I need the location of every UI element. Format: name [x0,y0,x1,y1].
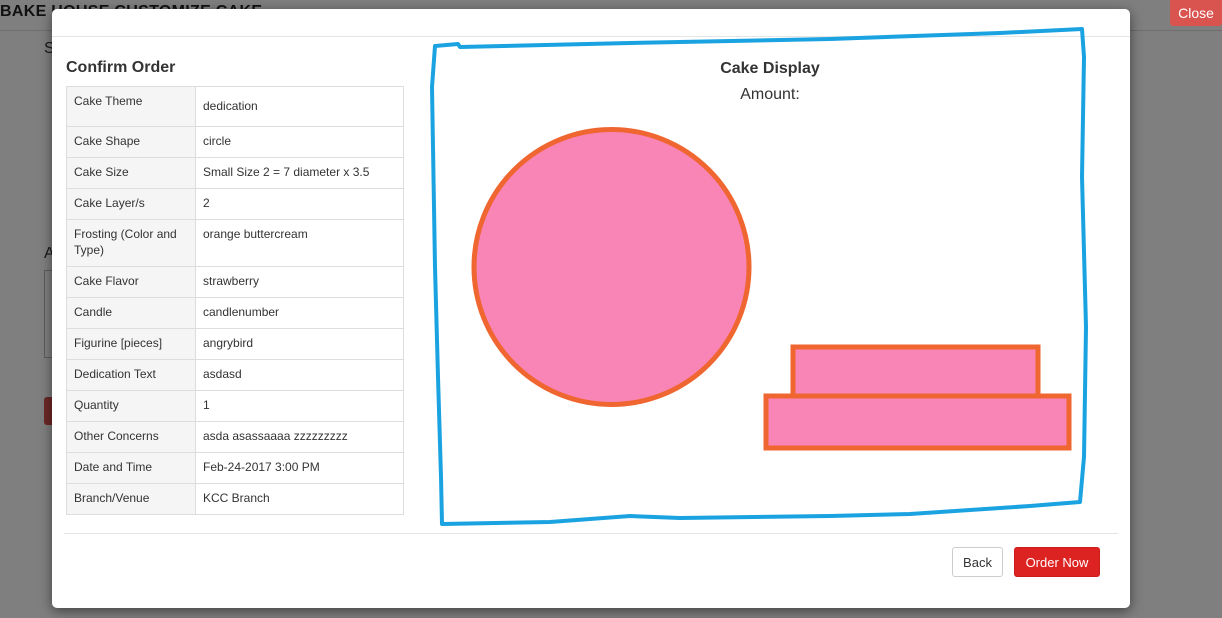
row-label-cake-layers: Cake Layer/s [66,188,196,220]
row-label-cake-theme: Cake Theme [66,86,196,127]
row-label-frosting: Frosting (Color and Type) [66,219,196,267]
row-value-cake-size: Small Size 2 = 7 diameter x 3.5 [195,157,404,189]
row-value-figurine: angrybird [195,328,404,360]
row-label-cake-flavor: Cake Flavor [66,266,196,298]
cake-top-layer [790,344,1041,401]
table-row: Candle candlenumber [66,297,404,329]
cake-bottom-layer [763,393,1072,451]
row-value-frosting: orange buttercream [195,219,404,267]
table-row: Cake Shape circle [66,126,404,158]
row-label-other-concerns: Other Concerns [66,421,196,453]
modal-footer-divider [64,533,1118,534]
confirm-order-title: Confirm Order [66,59,176,76]
confirm-order-modal: Confirm Order Cake Theme dedication Cake… [52,9,1130,608]
row-label-cake-size: Cake Size [66,157,196,189]
table-row: Dedication Text asdasd [66,359,404,391]
row-value-date-time: Feb-24-2017 3:00 PM [195,452,404,484]
row-value-other-concerns: asda asassaaaa zzzzzzzzz [195,421,404,453]
row-label-candle: Candle [66,297,196,329]
row-label-branch-venue: Branch/Venue [66,483,196,515]
order-now-button[interactable]: Order Now [1014,547,1100,577]
row-value-cake-shape: circle [195,126,404,158]
table-row: Cake Flavor strawberry [66,266,404,298]
order-details-table: Cake Theme dedication Cake Shape circle … [66,86,404,515]
row-label-cake-shape: Cake Shape [66,126,196,158]
table-row: Branch/Venue KCC Branch [66,483,404,515]
row-value-cake-flavor: strawberry [195,266,404,298]
table-row: Frosting (Color and Type) orange butterc… [66,219,404,267]
row-label-dedication-text: Dedication Text [66,359,196,391]
close-button[interactable]: Close [1170,0,1222,26]
table-row: Cake Theme dedication [66,86,404,127]
row-value-dedication-text: asdasd [195,359,404,391]
cake-display-area: Cake Display Amount: [430,27,1090,527]
cake-top-view-circle [471,127,752,407]
row-label-quantity: Quantity [66,390,196,422]
row-value-branch-venue: KCC Branch [195,483,404,515]
row-label-date-time: Date and Time [66,452,196,484]
table-row: Figurine [pieces] angrybird [66,328,404,360]
cake-preview [471,127,1072,451]
row-value-quantity: 1 [195,390,404,422]
table-row: Quantity 1 [66,390,404,422]
row-value-cake-theme: dedication [195,86,404,127]
table-row: Other Concerns asda asassaaaa zzzzzzzzz [66,421,404,453]
table-row: Cake Layer/s 2 [66,188,404,220]
back-button[interactable]: Back [952,547,1003,577]
row-label-figurine: Figurine [pieces] [66,328,196,360]
row-value-candle: candlenumber [195,297,404,329]
table-row: Cake Size Small Size 2 = 7 diameter x 3.… [66,157,404,189]
row-value-cake-layers: 2 [195,188,404,220]
table-row: Date and Time Feb-24-2017 3:00 PM [66,452,404,484]
